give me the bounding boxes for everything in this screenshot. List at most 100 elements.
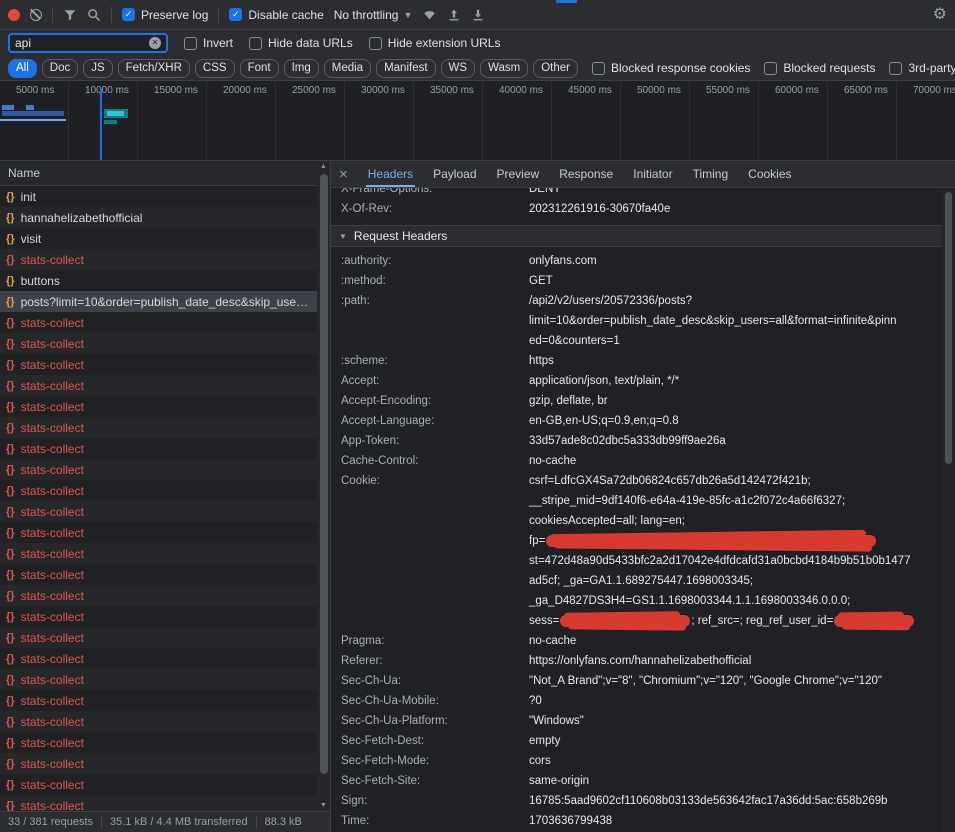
preserve-log-checkbox[interactable]: ✓Preserve log	[122, 8, 208, 22]
chip-checkbox[interactable]: 3rd-party requests	[889, 61, 955, 75]
checkbox-box[interactable]	[592, 62, 605, 75]
checkbox-box[interactable]	[369, 37, 382, 50]
filter-chip-other[interactable]: Other	[533, 59, 578, 78]
request-row[interactable]: {}buttons	[0, 270, 317, 291]
filter-chip-wasm[interactable]: Wasm	[480, 59, 528, 78]
json-type-icon: {}	[6, 464, 15, 476]
request-row[interactable]: {}stats-collect	[0, 690, 317, 711]
request-row[interactable]: {}stats-collect	[0, 312, 317, 333]
request-row[interactable]: {}hannahelizabethofficial	[0, 207, 317, 228]
tab-preview[interactable]: Preview	[497, 161, 540, 187]
settings-gear-icon[interactable]: ⚙	[933, 7, 947, 23]
invert-checkbox[interactable]: Invert	[184, 36, 233, 50]
throttling-dropdown[interactable]: No throttling ▼	[334, 8, 413, 22]
request-row[interactable]: {}stats-collect	[0, 480, 317, 501]
request-row[interactable]: {}stats-collect	[0, 732, 317, 753]
tab-timing[interactable]: Timing	[693, 161, 729, 187]
close-details-icon[interactable]: ×	[339, 167, 348, 182]
chip-checkbox[interactable]: Blocked requests	[764, 61, 875, 75]
request-row[interactable]: {}stats-collect	[0, 795, 317, 811]
filter-chip-all[interactable]: All	[8, 59, 37, 78]
request-row[interactable]: {} stats-collect	[0, 249, 317, 270]
import-har-icon[interactable]	[447, 8, 461, 22]
checkbox-box[interactable]: ✓	[122, 8, 135, 21]
filter-chip-media[interactable]: Media	[324, 59, 371, 78]
clear-requests-button[interactable]	[30, 9, 42, 21]
checkbox-box[interactable]	[764, 62, 777, 75]
details-scrollbar[interactable]	[942, 188, 955, 832]
network-conditions-icon[interactable]	[422, 7, 437, 22]
json-type-icon: {}	[6, 254, 15, 266]
filter-chip-fetch-xhr[interactable]: Fetch/XHR	[118, 59, 190, 78]
general-headers: X-Frame-Options:DENYX-Of-Rev:20231226191…	[341, 188, 943, 219]
request-row[interactable]: {}stats-collect	[0, 501, 317, 522]
hide-extension-urls-checkbox[interactable]: Hide extension URLs	[369, 36, 501, 50]
record-button[interactable]	[8, 9, 20, 21]
scroll-up-arrow-icon[interactable]: ▲	[317, 163, 330, 170]
filter-chips-row: All Doc JS Fetch/XHR CSS Font Img Media Manifest…	[0, 56, 955, 81]
filter-chip-manifest[interactable]: Manifest	[376, 59, 435, 78]
chip-checkbox[interactable]: Blocked response cookies	[592, 61, 750, 75]
disable-cache-checkbox[interactable]: ✓Disable cache	[229, 8, 323, 22]
scrollbar-thumb[interactable]	[320, 174, 328, 774]
json-type-icon: {}	[6, 695, 15, 707]
search-icon[interactable]	[87, 8, 101, 22]
request-row[interactable]: {}stats-collect	[0, 564, 317, 585]
request-name: stats-collect	[21, 253, 84, 267]
tab-payload[interactable]: Payload	[433, 161, 476, 187]
name-column-header[interactable]: Name	[0, 161, 330, 186]
request-name: stats-collect	[21, 400, 84, 414]
scrollbar-thumb[interactable]	[945, 192, 952, 464]
header-row: :method:GET	[341, 271, 943, 291]
request-list-scrollbar[interactable]: ▲ ▼	[317, 161, 330, 811]
request-row[interactable]: {}stats-collect	[0, 333, 317, 354]
request-row[interactable]: {}stats-collect	[0, 711, 317, 732]
tab-headers[interactable]: Headers	[368, 161, 413, 187]
request-row[interactable]: {}stats-collect	[0, 354, 317, 375]
filter-input[interactable]: api ✕	[8, 33, 168, 53]
timeline-overview[interactable]: 5000 ms10000 ms15000 ms20000 ms25000 ms3…	[0, 81, 955, 161]
request-row[interactable]: {}stats-collect	[0, 417, 317, 438]
checkbox-box[interactable]: ✓	[229, 8, 242, 21]
request-row[interactable]: {}posts?limit=10&order=publish_date_desc…	[0, 291, 317, 312]
scroll-down-arrow-icon[interactable]: ▼	[317, 802, 330, 809]
request-name: stats-collect	[21, 610, 84, 624]
checkbox-box[interactable]	[889, 62, 902, 75]
filter-chip-doc[interactable]: Doc	[42, 59, 78, 78]
request-row[interactable]: {}stats-collect	[0, 774, 317, 795]
request-row[interactable]: {}stats-collect	[0, 522, 317, 543]
request-row[interactable]: {}visit	[0, 228, 317, 249]
hide-data-urls-checkbox[interactable]: Hide data URLs	[249, 36, 353, 50]
filter-chip-ws[interactable]: WS	[441, 59, 476, 78]
filter-chip-img[interactable]: Img	[284, 59, 319, 78]
request-row[interactable]: {}stats-collect	[0, 375, 317, 396]
checkbox-box[interactable]	[184, 37, 197, 50]
tab-initiator[interactable]: Initiator	[633, 161, 672, 187]
request-row[interactable]: {}stats-collect	[0, 648, 317, 669]
request-row[interactable]: {}stats-collect	[0, 438, 317, 459]
tab-strip: Headers Payload Preview Response Initiator Ti…	[368, 161, 792, 187]
request-row[interactable]: {}init	[0, 186, 317, 207]
request-row[interactable]: {}stats-collect	[0, 606, 317, 627]
export-har-icon[interactable]	[471, 8, 485, 22]
request-headers-section[interactable]: ▼ Request Headers	[331, 225, 943, 247]
request-name: stats-collect	[21, 421, 84, 435]
request-name: stats-collect	[21, 652, 84, 666]
request-row[interactable]: {} stats-collect	[0, 627, 317, 648]
request-name: stats-collect	[21, 631, 84, 645]
request-row[interactable]: {}stats-collect	[0, 585, 317, 606]
request-row[interactable]: {}stats-collect	[0, 669, 317, 690]
request-row[interactable]: {}stats-collect	[0, 396, 317, 417]
request-row[interactable]: {}stats-collect	[0, 753, 317, 774]
request-row[interactable]: {}stats-collect	[0, 459, 317, 480]
filter-chip-font[interactable]: Font	[240, 59, 279, 78]
filter-chip-css[interactable]: CSS	[195, 59, 235, 78]
tab-cookies[interactable]: Cookies	[748, 161, 791, 187]
checkbox-box[interactable]	[249, 37, 262, 50]
tab-response[interactable]: Response	[559, 161, 613, 187]
clear-filter-icon[interactable]: ✕	[149, 37, 161, 49]
json-type-icon: {}	[6, 632, 15, 644]
request-row[interactable]: {}stats-collect	[0, 543, 317, 564]
filter-chip-js[interactable]: JS	[83, 59, 112, 78]
filter-icon[interactable]	[63, 8, 77, 22]
